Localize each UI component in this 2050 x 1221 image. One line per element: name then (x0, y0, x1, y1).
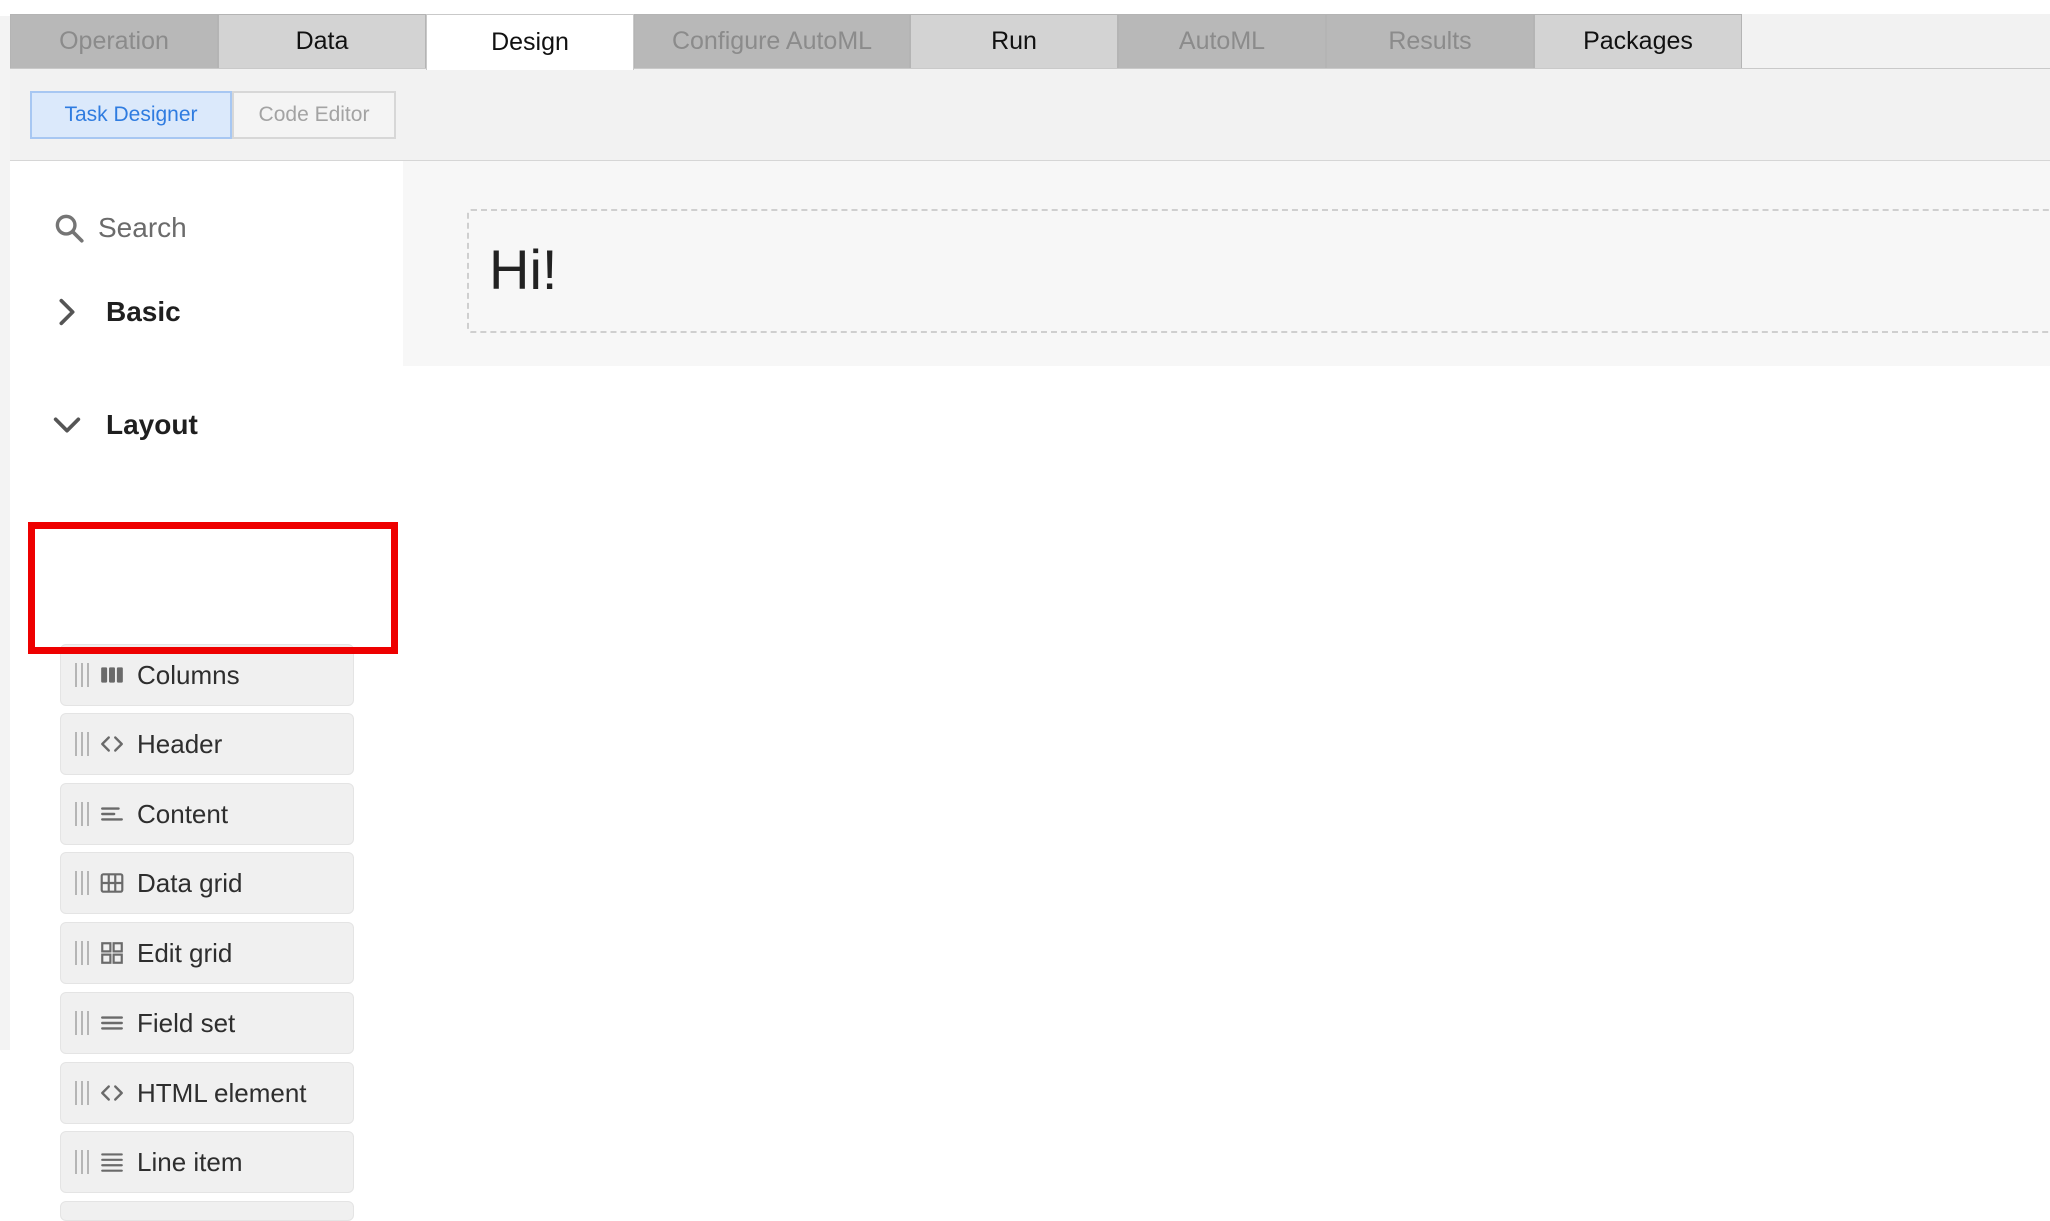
main-tab-bar: Operation Data Design Configure AutoML R… (10, 14, 2050, 70)
code-icon (101, 736, 123, 752)
component-label: Data grid (137, 867, 243, 898)
component-label: HTML element (137, 1077, 307, 1108)
list-icon (101, 1153, 123, 1172)
table-icon (100, 873, 124, 893)
component-label: Header (137, 728, 223, 759)
text-lines-icon (101, 807, 123, 821)
tab-data[interactable]: Data (218, 14, 426, 68)
component-content[interactable]: Content (60, 783, 354, 845)
code-icon (101, 1085, 123, 1101)
bars-icon (101, 1016, 123, 1030)
component-label: Columns (137, 659, 240, 690)
chevron-down-icon (53, 417, 81, 433)
component-label: Field set (137, 1007, 236, 1038)
columns-icon (101, 667, 123, 683)
section-basic[interactable]: Basic (50, 287, 181, 337)
drag-handle-icon (75, 802, 89, 826)
component-html-element[interactable]: HTML element (60, 1062, 354, 1124)
drag-handle-icon (75, 732, 89, 756)
grid-icon (101, 942, 123, 964)
window-left-edge (0, 0, 10, 1050)
chevron-right-icon (59, 298, 75, 326)
component-edit-grid[interactable]: Edit grid (60, 922, 354, 984)
tab-configure-automl[interactable]: Configure AutoML (634, 14, 910, 68)
tab-automl[interactable]: AutoML (1118, 14, 1326, 68)
drag-handle-icon (75, 1081, 89, 1105)
section-layout[interactable]: Layout (50, 400, 198, 450)
component-sidebar: Basic Layout Columns Header Content (10, 161, 403, 1221)
drag-handle-icon (75, 871, 89, 895)
section-basic-label: Basic (106, 296, 181, 327)
canvas-header-text: Hi! (489, 238, 558, 301)
tab-results[interactable]: Results (1326, 14, 1534, 68)
component-columns[interactable]: Columns (60, 644, 354, 706)
component-label: Line item (137, 1146, 243, 1177)
search-input[interactable] (98, 205, 388, 251)
tab-packages[interactable]: Packages (1534, 14, 1742, 68)
designer-mode-bar: Task Designer Code Editor (10, 69, 2050, 161)
drag-handle-icon (75, 1011, 89, 1035)
design-canvas: Hi! (403, 161, 2050, 1050)
tab-operation[interactable]: Operation (10, 14, 218, 68)
drag-handle-icon (75, 941, 89, 965)
drag-handle-icon (75, 1150, 89, 1174)
search-icon (55, 214, 84, 243)
component-header[interactable]: Header (60, 713, 354, 775)
component-line-item[interactable]: Line item (60, 1131, 354, 1193)
component-field-set[interactable]: Field set (60, 992, 354, 1054)
component-label: Edit grid (137, 937, 233, 968)
component-data-grid[interactable]: Data grid (60, 852, 354, 914)
drag-handle-icon (75, 663, 89, 687)
canvas-header-component[interactable]: Hi! (467, 209, 2050, 333)
component-next-partial[interactable] (60, 1201, 354, 1221)
subtab-code-editor[interactable]: Code Editor (232, 91, 396, 139)
tab-run[interactable]: Run (910, 14, 1118, 68)
component-label: Content (137, 798, 229, 829)
tab-design[interactable]: Design (426, 14, 634, 70)
section-layout-label: Layout (106, 409, 198, 440)
subtab-task-designer[interactable]: Task Designer (30, 91, 232, 139)
